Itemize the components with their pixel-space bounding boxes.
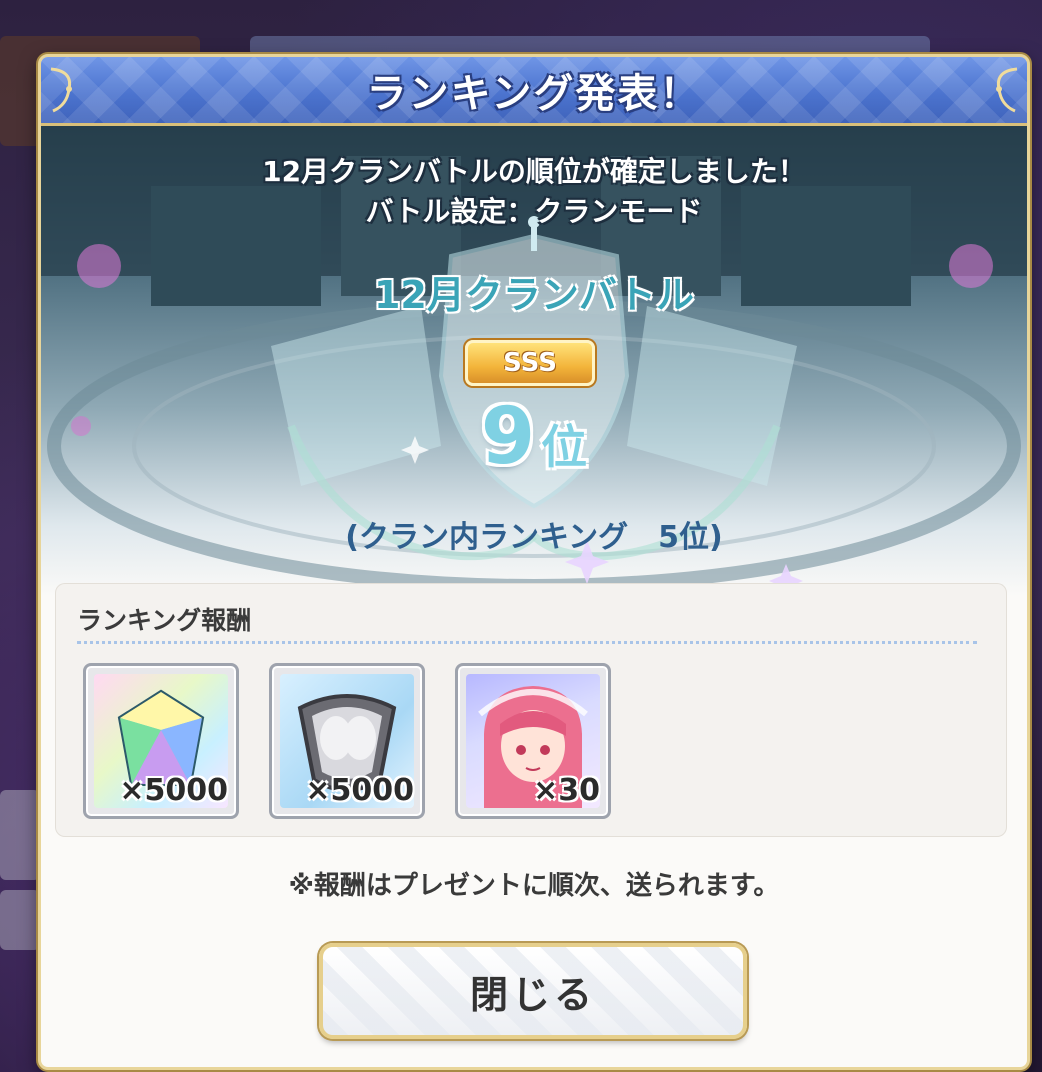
reward-item-coin[interactable]: ×5000 xyxy=(269,663,425,819)
dialog-title: ランキング発表！ xyxy=(366,71,702,117)
rank-display: 9位 xyxy=(41,392,1027,482)
title-bar: ランキング発表！ xyxy=(41,57,1027,126)
ornament-icon xyxy=(50,67,72,113)
reward-quantity: ×5000 xyxy=(305,773,414,808)
battle-setting: バトル設定：クランモード xyxy=(365,195,703,228)
ornament-icon xyxy=(996,67,1018,113)
reward-panel: ランキング報酬 ×5000 ×5000 ×30 xyxy=(55,583,1007,837)
reward-quantity: ×5000 xyxy=(119,773,228,808)
reward-notice: ※報酬はプレゼントに順次、送られます。 xyxy=(288,871,780,901)
close-button-label: 閉じる xyxy=(469,972,596,1017)
result-banner: 12月クランバトルの順位が確定しました！ バトル設定：クランモード 12月クラン… xyxy=(41,126,1027,596)
ranking-dialog: ランキング発表！ 12月クランバトルの順位が確定しました！ バトル設定：クランモ… xyxy=(38,54,1030,1070)
reward-title: ランキング報酬 xyxy=(77,606,252,635)
result-message: 12月クランバトルの順位が確定しました！ xyxy=(262,155,806,188)
rank-tier-badge: SSS xyxy=(465,340,595,386)
close-button[interactable]: 閉じる xyxy=(319,943,747,1039)
event-name: 12月クランバトル xyxy=(373,273,695,317)
divider xyxy=(77,641,977,644)
rank-tier-label: SSS xyxy=(503,348,557,378)
reward-quantity: ×30 xyxy=(533,773,600,808)
reward-item-jewel[interactable]: ×5000 xyxy=(83,663,239,819)
clan-internal-rank: (クラン内ランキング 5位) xyxy=(345,520,723,555)
rank-number: 9 xyxy=(480,392,536,482)
reward-item-memory-piece[interactable]: ×30 xyxy=(455,663,611,819)
rank-unit: 位 xyxy=(541,420,588,474)
